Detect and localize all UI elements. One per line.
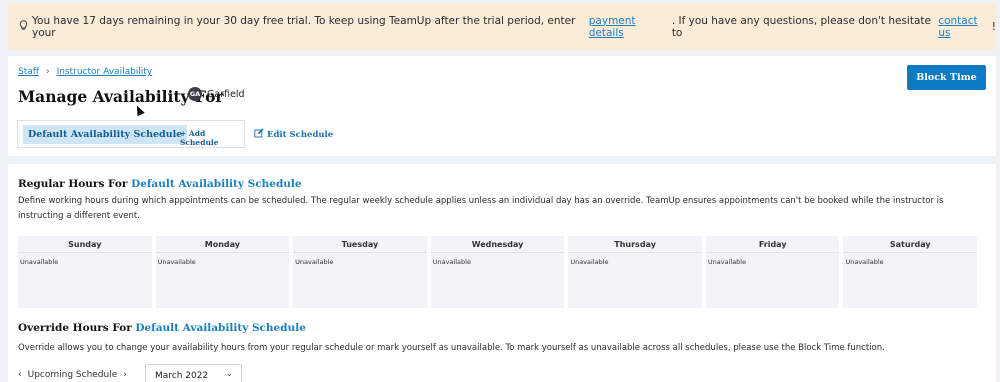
day-column[interactable]: Tuesday Unavailable <box>293 236 427 308</box>
contact-us-link[interactable]: contact us <box>938 15 991 39</box>
day-column[interactable]: Thursday Unavailable <box>568 236 702 308</box>
edit-schedule-button[interactable]: Edit Schedule <box>254 128 333 141</box>
breadcrumb-instructor-availability[interactable]: Instructor Availability <box>57 67 153 77</box>
trial-text-1: You have 17 days remaining in your 30 da… <box>32 14 576 39</box>
day-name: Thursday <box>568 236 702 253</box>
hours-card: Regular Hours For Default Availability S… <box>8 164 996 382</box>
trial-banner: You have 17 days remaining in your 30 da… <box>8 3 996 50</box>
next-arrow-icon[interactable]: › <box>123 370 127 380</box>
regular-hours-description: Define working hours during which appoin… <box>18 196 944 221</box>
day-value: Unavailable <box>295 258 334 266</box>
chevron-down-icon: ⌄ <box>225 369 233 379</box>
avatar: GA <box>188 87 202 101</box>
header-card: Staff › Instructor Availability Manage A… <box>8 56 996 156</box>
day-value: Unavailable <box>845 258 884 266</box>
day-value: Unavailable <box>157 258 196 266</box>
trial-text-2: . If you have any questions, please don'… <box>671 14 931 39</box>
month-value: March 2022 <box>155 371 209 381</box>
edit-icon <box>254 128 264 141</box>
trial-text-3: ! <box>991 20 996 33</box>
override-hours-title-prefix: Override Hours For <box>18 322 136 334</box>
month-select[interactable]: March 2022 ⌄ <box>145 364 242 382</box>
lightbulb-icon <box>19 19 28 34</box>
day-column[interactable]: Sunday Unavailable <box>18 236 152 308</box>
add-schedule-button[interactable]: + Add Schedule <box>180 129 244 147</box>
weekly-schedule: Sunday Unavailable Monday Unavailable Tues… <box>18 236 978 308</box>
day-name: Wednesday <box>430 236 565 253</box>
regular-hours-title: Regular Hours For Default Availability S… <box>18 178 302 190</box>
tab-default-schedule[interactable]: Default Availability Schedule <box>23 125 188 144</box>
prev-arrow-icon[interactable]: ‹ <box>18 370 22 380</box>
day-name: Sunday <box>18 236 152 253</box>
breadcrumb-staff[interactable]: Staff <box>18 67 39 77</box>
day-column[interactable]: Saturday Unavailable <box>843 236 978 308</box>
edit-schedule-label: Edit Schedule <box>267 129 334 140</box>
instructor-name: Garfield <box>207 89 245 100</box>
day-name: Monday <box>155 236 290 253</box>
day-value: Unavailable <box>20 258 59 266</box>
day-name: Saturday <box>843 236 978 253</box>
upcoming-schedule-nav: ‹ Upcoming Schedule › <box>18 370 127 380</box>
day-column[interactable]: Monday Unavailable <box>155 236 290 308</box>
override-hours-title: Override Hours For Default Availability … <box>18 322 306 334</box>
override-hours-description: Override allows you to change your avail… <box>18 343 885 353</box>
override-hours-schedule-name: Default Availability Schedule <box>135 322 306 334</box>
upcoming-schedule-label: Upcoming Schedule <box>27 370 118 380</box>
regular-hours-schedule-name: Default Availability Schedule <box>131 178 302 190</box>
payment-details-link[interactable]: payment details <box>589 15 672 39</box>
day-value: Unavailable <box>432 258 471 266</box>
regular-hours-title-prefix: Regular Hours For <box>18 178 132 190</box>
day-column[interactable]: Friday Unavailable <box>705 236 840 308</box>
day-value: Unavailable <box>570 258 609 266</box>
schedule-tabs: Default Availability Schedule + Add Sche… <box>17 120 245 148</box>
breadcrumb: Staff › Instructor Availability <box>18 67 152 77</box>
day-column[interactable]: Wednesday Unavailable <box>430 236 565 308</box>
breadcrumb-separator: › <box>45 67 50 77</box>
day-name: Friday <box>705 236 840 253</box>
block-time-button[interactable]: Block Time <box>907 65 986 90</box>
day-value: Unavailable <box>707 258 747 266</box>
day-name: Tuesday <box>293 236 427 253</box>
